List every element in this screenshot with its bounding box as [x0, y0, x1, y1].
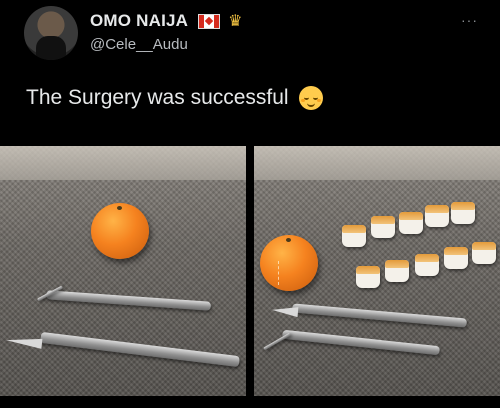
tweezers	[281, 329, 441, 356]
scalpel-blade	[271, 304, 299, 318]
relieved-face-emoji	[298, 86, 323, 110]
user-handle[interactable]: @Cele__Audu	[90, 36, 188, 53]
crown-icon: ♛	[228, 13, 243, 30]
tweezers	[45, 290, 212, 311]
orange-segment	[385, 260, 409, 282]
scalpel-handle	[40, 331, 240, 368]
countertop-band	[0, 146, 246, 180]
scalpel-blade	[5, 335, 43, 349]
tweet-text: The Surgery was successful	[26, 86, 289, 109]
avatar[interactable]	[24, 6, 78, 60]
scalpel-handle	[291, 303, 468, 328]
tweezers-tip	[263, 332, 291, 351]
tweet-image-2[interactable]	[254, 146, 500, 396]
orange-segment	[444, 247, 468, 269]
orange-segment	[472, 242, 496, 264]
orange-segment	[425, 205, 449, 227]
orange-segment	[342, 225, 366, 247]
name-row: OMO NAIJA ♛	[90, 10, 242, 32]
peeled-orange	[260, 235, 318, 291]
countertop-band	[254, 146, 500, 180]
avatar-figure	[36, 36, 66, 60]
canada-flag-icon	[198, 13, 221, 29]
orange-segment	[451, 202, 475, 224]
orange	[91, 203, 149, 259]
orange-segment	[415, 254, 439, 276]
tweet-header: OMO NAIJA ♛ @Cele__Audu ···	[0, 0, 500, 70]
orange-segment	[399, 212, 423, 234]
tweet-text-row: The Surgery was successful	[26, 86, 323, 110]
orange-segment	[356, 266, 380, 288]
display-name[interactable]: OMO NAIJA	[90, 11, 188, 31]
orange-segment	[371, 216, 395, 238]
tweet-image-1[interactable]	[0, 146, 246, 396]
more-options-icon[interactable]: ···	[461, 12, 478, 28]
